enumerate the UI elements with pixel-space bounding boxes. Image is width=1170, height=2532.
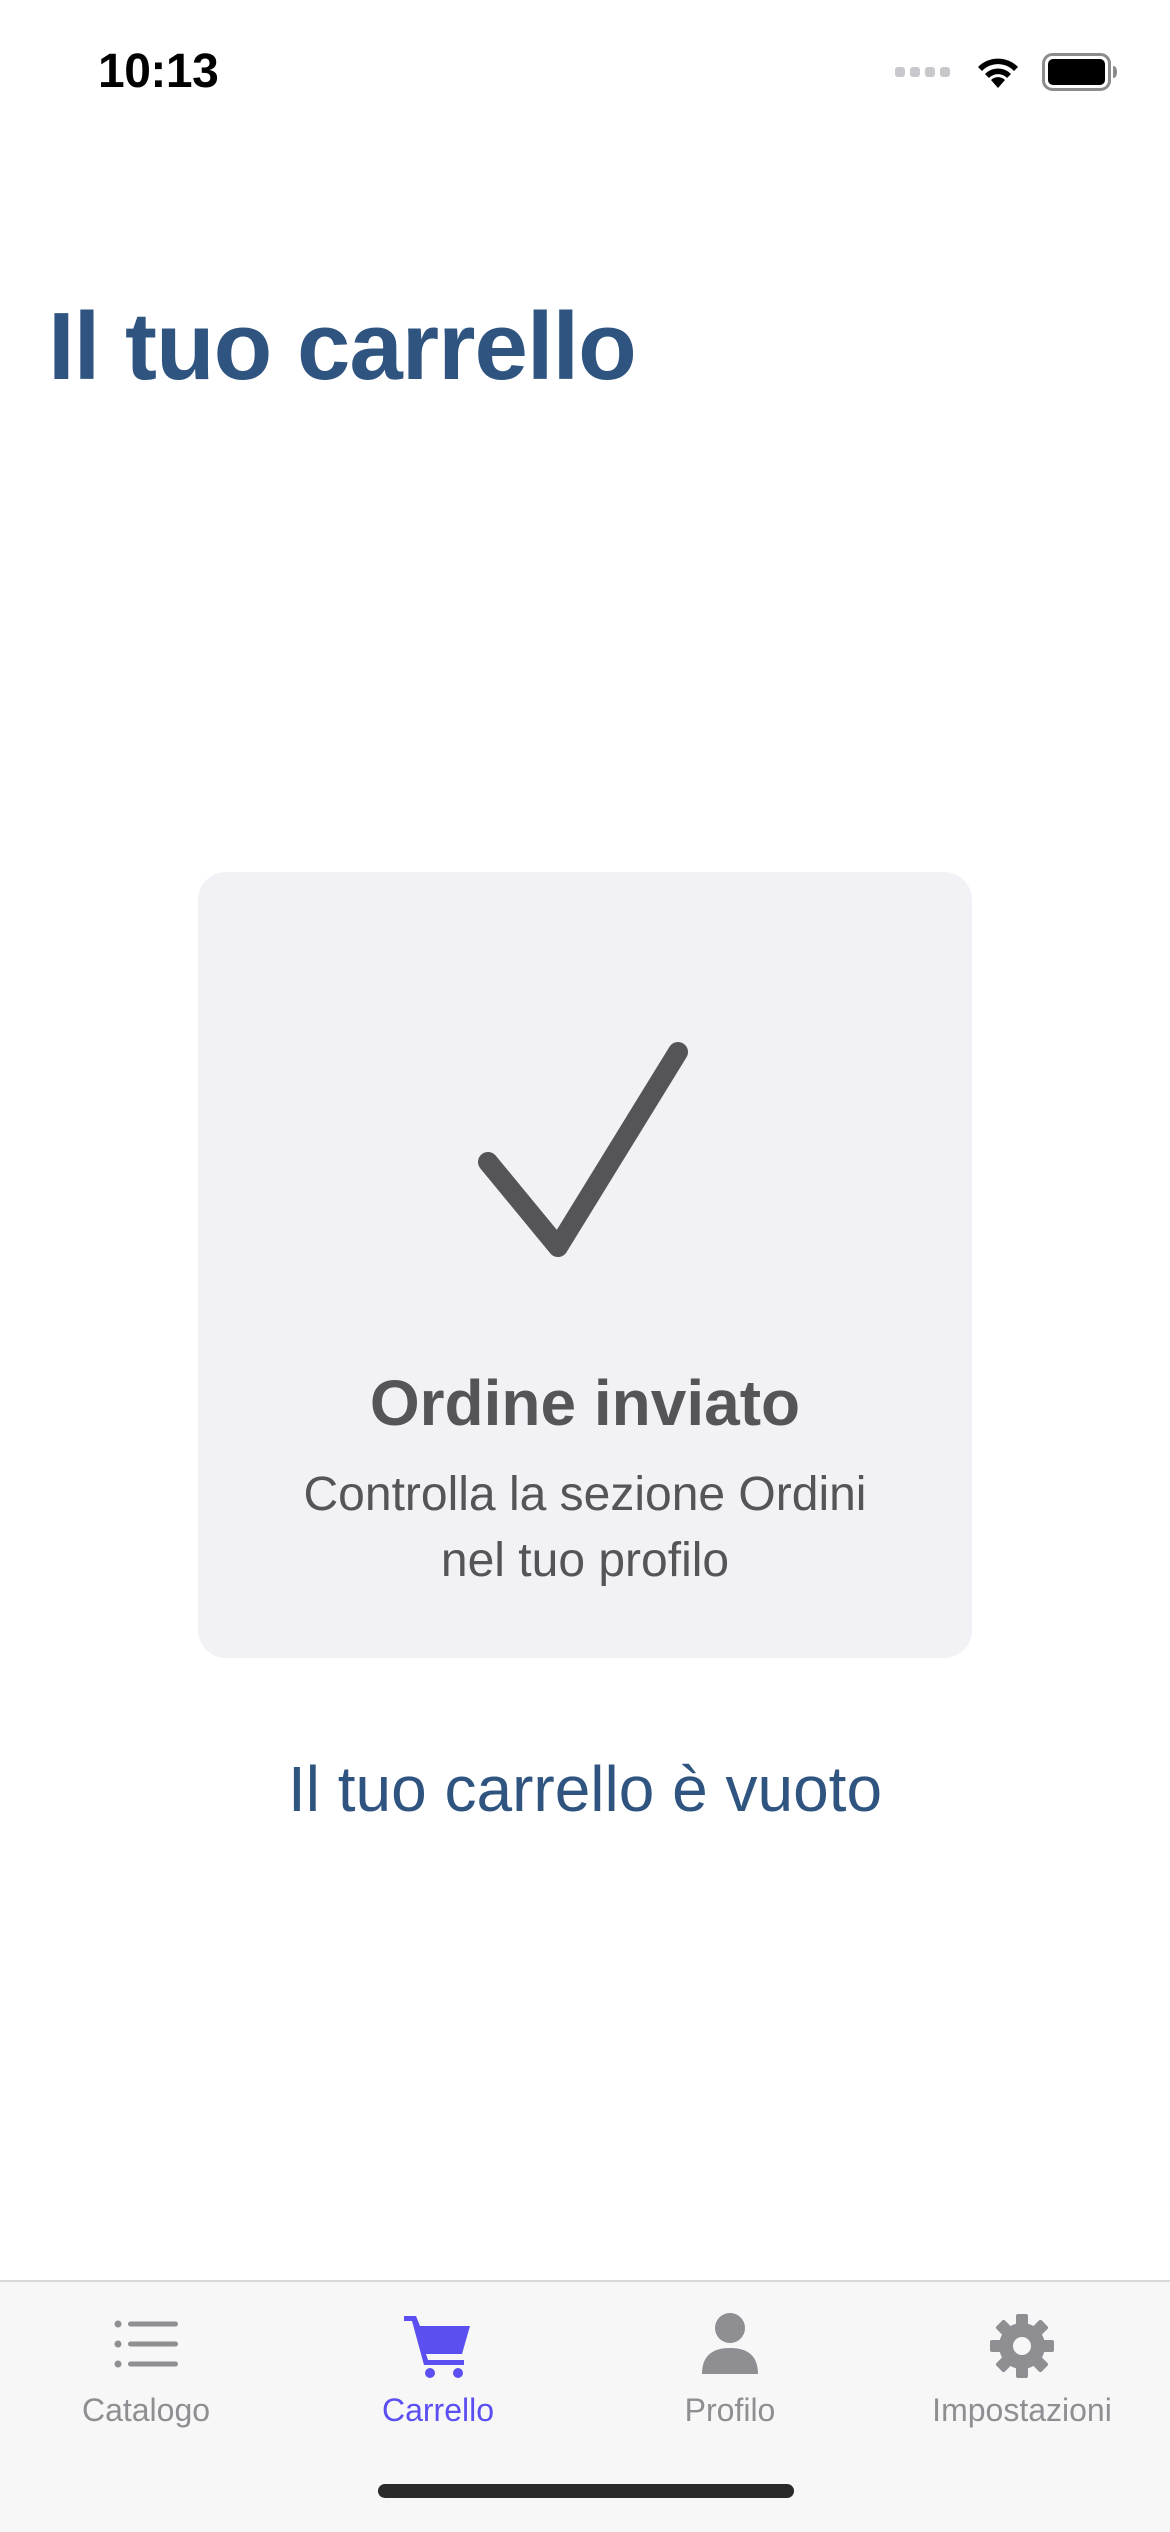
checkmark-icon	[478, 1042, 688, 1257]
empty-cart-message: Il tuo carrello è vuoto	[287, 1753, 883, 1825]
status-time: 10:13	[98, 45, 219, 98]
confirmation-description: Controlla la sezione Ordini nel tuo prof…	[303, 1468, 867, 1587]
tab-catalogo[interactable]: Catalogo	[0, 2282, 292, 2452]
tab-impostazioni-label: Impostazioni	[932, 2392, 1112, 2428]
person-icon	[702, 2313, 758, 2374]
tab-profilo[interactable]: Profilo	[584, 2282, 876, 2452]
cellular-signal-icon	[895, 67, 950, 77]
status-bar: 10:13	[0, 0, 1170, 150]
tab-carrello-label: Carrello	[381, 2392, 495, 2428]
gear-icon	[990, 2314, 1054, 2378]
confirmation-title: Ordine inviato	[369, 1367, 801, 1439]
wifi-icon	[978, 58, 1018, 88]
list-icon	[114, 2320, 178, 2368]
cart-icon	[404, 2316, 470, 2378]
tab-carrello[interactable]: Carrello	[292, 2282, 584, 2452]
battery-icon	[1042, 53, 1117, 91]
order-confirmation-card: Ordine inviato Controlla la sezione Ordi…	[198, 872, 972, 1658]
tab-catalogo-label: Catalogo	[81, 2392, 211, 2428]
tab-impostazioni[interactable]: Impostazioni	[876, 2282, 1168, 2452]
status-icons	[895, 52, 1118, 92]
page-title: Il tuo carrello	[48, 293, 637, 400]
home-indicator[interactable]	[378, 2484, 794, 2498]
cart-screen: 10:13 Il tuo carrello Ordine inviato Con…	[0, 0, 1170, 2532]
tab-profilo-label: Profilo	[684, 2392, 776, 2428]
